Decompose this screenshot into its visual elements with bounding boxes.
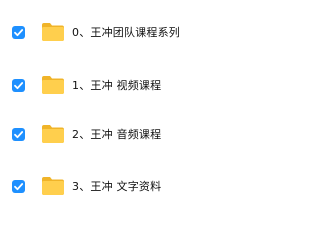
checkmark-icon	[12, 179, 25, 193]
checkbox-checked[interactable]	[12, 78, 25, 92]
file-row[interactable]: 2、王冲 音频课程	[0, 107, 254, 161]
file-name[interactable]: 3、王冲 文字资料	[72, 178, 161, 194]
checkbox-checked[interactable]	[12, 179, 25, 193]
folder-icon	[41, 176, 65, 196]
file-list: 0、王冲团队课程系列 1、王冲 视频课程 2、王冲 音频课程 3、王冲 文字资料	[0, 0, 254, 216]
checkmark-icon	[12, 127, 25, 141]
checkbox-checked[interactable]	[12, 127, 25, 141]
checkmark-icon	[12, 25, 25, 39]
checkbox-checked[interactable]	[12, 25, 25, 39]
file-row[interactable]: 1、王冲 视频课程	[0, 58, 254, 112]
folder-icon	[41, 75, 65, 95]
file-name[interactable]: 1、王冲 视频课程	[72, 77, 161, 93]
file-row[interactable]: 0、王冲团队课程系列	[0, 5, 254, 59]
file-browser-panel: 0、王冲团队课程系列 1、王冲 视频课程 2、王冲 音频课程 3、王冲 文字资料	[0, 0, 254, 216]
file-name[interactable]: 2、王冲 音频课程	[72, 126, 161, 142]
checkmark-icon	[12, 78, 25, 92]
folder-icon	[41, 124, 65, 144]
file-row[interactable]: 3、王冲 文字资料	[0, 159, 254, 213]
folder-icon	[41, 22, 65, 42]
file-name[interactable]: 0、王冲团队课程系列	[72, 24, 180, 40]
